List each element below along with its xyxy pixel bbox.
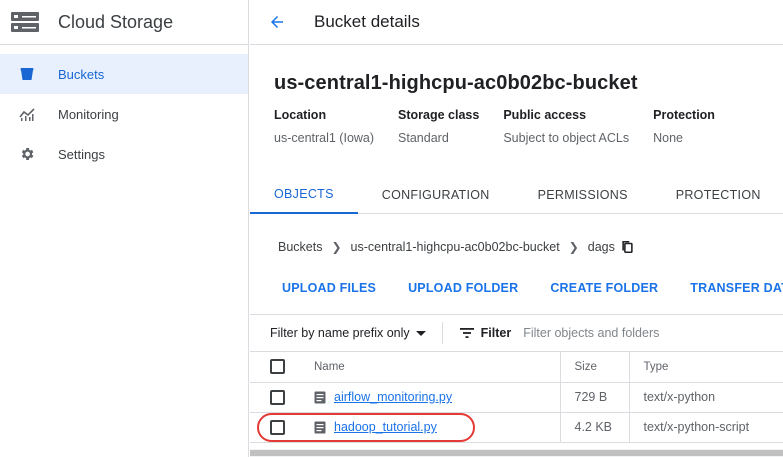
sidebar-item-label: Monitoring (58, 106, 119, 122)
row-checkbox[interactable] (270, 389, 285, 405)
name-column-header[interactable]: Name (306, 352, 561, 383)
filter-input[interactable] (523, 326, 724, 340)
sidebar-item-label: Settings (58, 146, 105, 162)
chevron-right-icon: ❯ (568, 240, 579, 254)
sidebar-item-monitoring[interactable]: Monitoring (0, 94, 248, 134)
breadcrumb-buckets[interactable]: Buckets (278, 240, 322, 254)
select-all-checkbox[interactable] (270, 359, 285, 375)
file-link[interactable]: hadoop_tutorial.py (334, 420, 437, 434)
size-cell: 4.2 KB (560, 412, 630, 443)
tab-protection[interactable]: PROTECTION (652, 176, 783, 214)
breadcrumb-bucket[interactable]: us-central1-highcpu-ac0b02bc-bucket (351, 240, 560, 254)
gear-icon (18, 145, 36, 163)
type-cell: text/x-python (629, 382, 783, 413)
product-title: Cloud Storage (58, 11, 174, 32)
table-row: airflow_monitoring.py 729 B text/x-pytho… (250, 382, 783, 413)
objects-table: Name Size Type airflow_monitoring.py 729… (250, 352, 783, 443)
tab-bar: OBJECTS CONFIGURATION PERMISSIONS PROTEC… (250, 176, 783, 214)
sidebar-item-buckets[interactable]: Buckets (0, 54, 248, 94)
row-select-cell (250, 412, 306, 443)
table-header-row: Name Size Type (250, 352, 783, 383)
prop-public-access: Public access Subject to object ACLs (503, 108, 629, 145)
select-all-cell (250, 352, 306, 383)
scrollbar-thumb[interactable] (250, 450, 783, 456)
horizontal-scrollbar[interactable] (250, 449, 783, 457)
type-cell: text/x-python-script (629, 412, 783, 443)
file-icon (314, 391, 326, 404)
transfer-data-label: TRANSFER DATA (690, 281, 783, 295)
filter-label: Filter (480, 326, 512, 340)
chart-icon (18, 105, 36, 123)
filter-prefix-label: Filter by name prefix only (270, 326, 410, 340)
prop-location: Location us-central1 (Iowa) (274, 108, 374, 145)
transfer-data-button[interactable]: TRANSFER DATA (674, 274, 783, 302)
size-column-header[interactable]: Size (560, 352, 630, 383)
prop-storage-class: Storage class Standard (398, 108, 479, 145)
row-checkbox[interactable] (270, 419, 285, 435)
prop-value: None (653, 131, 684, 145)
top-bar: Bucket details (250, 0, 783, 45)
create-folder-button[interactable]: CREATE FOLDER (534, 274, 674, 302)
prop-protection: Protection None (653, 108, 715, 145)
tab-objects[interactable]: OBJECTS (250, 176, 358, 214)
filter-icon (459, 327, 475, 339)
prop-key: Storage class (398, 108, 480, 122)
dropdown-caret-icon (415, 330, 426, 336)
name-cell: airflow_monitoring.py (306, 382, 561, 413)
back-arrow-icon[interactable] (268, 12, 288, 32)
sidebar-item-settings[interactable]: Settings (0, 134, 248, 174)
upload-files-button[interactable]: UPLOAD FILES (250, 274, 392, 302)
breadcrumb: Buckets ❯ us-central1-highcpu-ac0b02bc-b… (278, 240, 634, 254)
prop-value: Subject to object ACLs (503, 131, 630, 145)
prop-key: Protection (653, 108, 715, 122)
sidebar: Cloud Storage Buckets Monitoring Setting… (0, 0, 249, 457)
upload-folder-button[interactable]: UPLOAD FOLDER (392, 274, 534, 302)
row-select-cell (250, 382, 306, 413)
bucket-properties: Location us-central1 (Iowa) Storage clas… (274, 108, 739, 145)
bucket-name: us-central1-highcpu-ac0b02bc-bucket (274, 72, 638, 94)
divider (441, 322, 443, 344)
sidebar-header: Cloud Storage (0, 0, 248, 45)
tab-permissions[interactable]: PERMISSIONS (514, 176, 652, 214)
file-icon (314, 421, 326, 434)
tab-configuration[interactable]: CONFIGURATION (358, 176, 514, 214)
action-bar: UPLOAD FILES UPLOAD FOLDER CREATE FOLDER… (250, 274, 783, 302)
breadcrumb-current: dags (587, 240, 615, 254)
filter-prefix-dropdown[interactable]: Filter by name prefix only (250, 326, 426, 340)
chevron-right-icon: ❯ (331, 240, 342, 254)
prop-key: Location (274, 108, 327, 122)
copy-icon[interactable] (621, 240, 634, 254)
sidebar-item-label: Buckets (58, 66, 105, 82)
type-column-header[interactable]: Type (629, 352, 783, 383)
page-title: Bucket details (314, 12, 420, 31)
bucket-icon (18, 65, 36, 83)
table-row: hadoop_tutorial.py 4.2 KB text/x-python-… (250, 412, 783, 443)
size-cell: 729 B (560, 382, 630, 413)
prop-value: Standard (398, 131, 449, 145)
cloud-storage-logo-icon (10, 11, 40, 33)
filter-bar: Filter by name prefix only Filter (250, 314, 783, 352)
main-content: Bucket details us-central1-highcpu-ac0b0… (250, 0, 783, 457)
file-link[interactable]: airflow_monitoring.py (334, 390, 452, 404)
prop-key: Public access (503, 108, 587, 122)
prop-value: us-central1 (Iowa) (274, 131, 375, 145)
name-cell: hadoop_tutorial.py (306, 412, 561, 443)
